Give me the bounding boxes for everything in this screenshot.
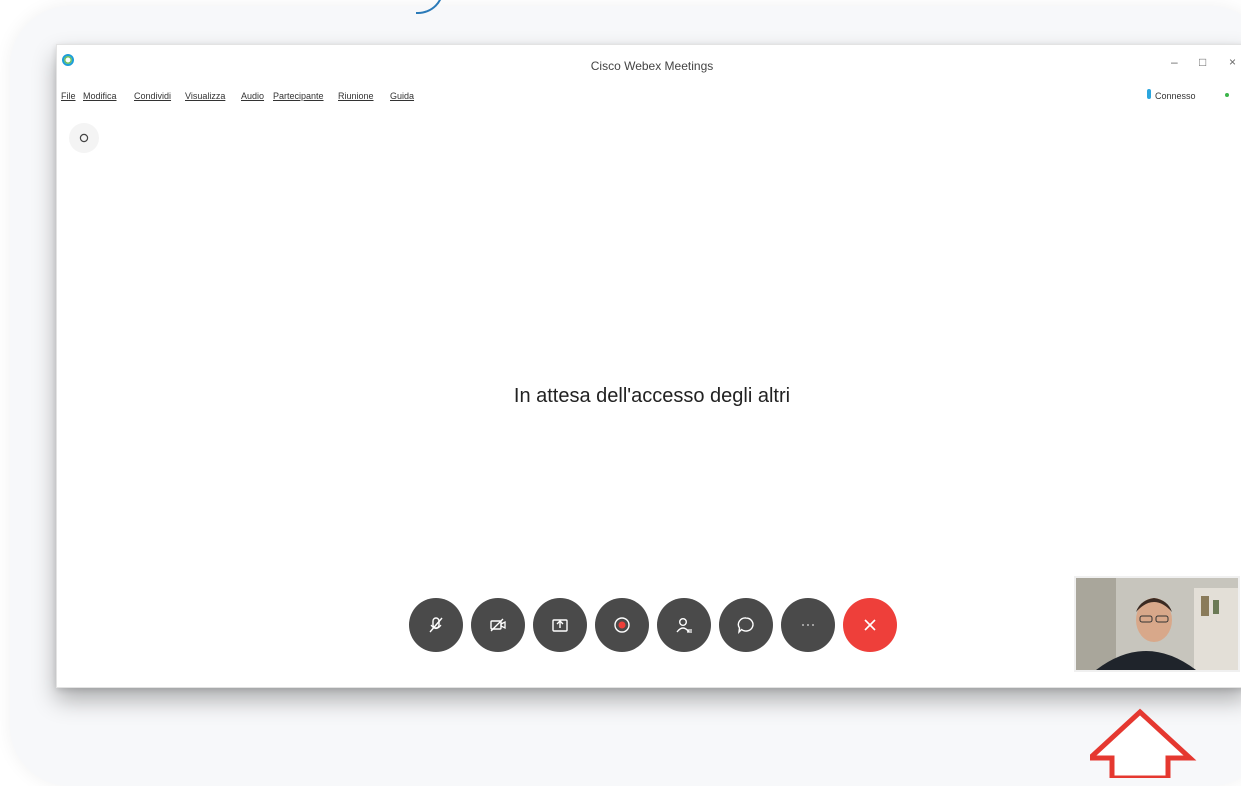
window-title: Cisco Webex Meetings <box>590 59 714 73</box>
participant-video-thumbnail <box>1076 578 1238 670</box>
menu-guida[interactable]: Guida <box>390 91 414 101</box>
connection-icon <box>1147 89 1151 99</box>
participants-icon <box>676 618 692 633</box>
connection-status: Connesso <box>1155 91 1196 101</box>
more-button[interactable] <box>781 598 835 652</box>
waiting-message: In attesa dell'accesso degli altri <box>513 385 791 407</box>
share-icon <box>552 619 568 632</box>
chat-button[interactable] <box>719 598 773 652</box>
participants-button[interactable] <box>657 598 711 652</box>
mute-button[interactable] <box>409 598 463 652</box>
more-icon <box>802 624 814 626</box>
menu-audio[interactable]: Audio <box>241 91 264 101</box>
record-button[interactable] <box>595 598 649 652</box>
webex-window: Cisco Webex Meetings – □ × File Modifica… <box>56 44 1241 688</box>
menu-file[interactable]: File <box>61 91 76 101</box>
minimize-button[interactable]: – <box>1171 55 1178 69</box>
end-meeting-button[interactable] <box>843 598 897 652</box>
menu-condividi[interactable]: Condividi <box>134 91 171 101</box>
menu-modifica[interactable]: Modifica <box>83 91 117 101</box>
meeting-controls <box>409 598 909 654</box>
close-button[interactable]: × <box>1229 55 1236 69</box>
layout-icon <box>79 133 89 143</box>
layout-button[interactable] <box>69 123 99 153</box>
connected-dot-icon <box>1225 93 1229 97</box>
self-view-video[interactable] <box>1074 576 1240 672</box>
menu-riunione[interactable]: Riunione <box>338 91 374 101</box>
menu-partecipante[interactable]: Partecipante <box>273 91 324 101</box>
video-icon <box>490 618 506 632</box>
menu-visualizza[interactable]: Visualizza <box>185 91 225 101</box>
chat-icon <box>737 617 754 634</box>
end-meeting-icon <box>864 619 876 631</box>
menu-bar: File Modifica Condividi Visualizza Audio… <box>57 87 1241 107</box>
share-button[interactable] <box>533 598 587 652</box>
title-bar: Cisco Webex Meetings – □ × <box>57 45 1241 81</box>
mute-icon <box>429 617 443 633</box>
red-arrow-up-icon <box>1090 708 1197 778</box>
record-icon <box>614 617 630 633</box>
video-button[interactable] <box>471 598 525 652</box>
maximize-button[interactable]: □ <box>1199 55 1206 69</box>
